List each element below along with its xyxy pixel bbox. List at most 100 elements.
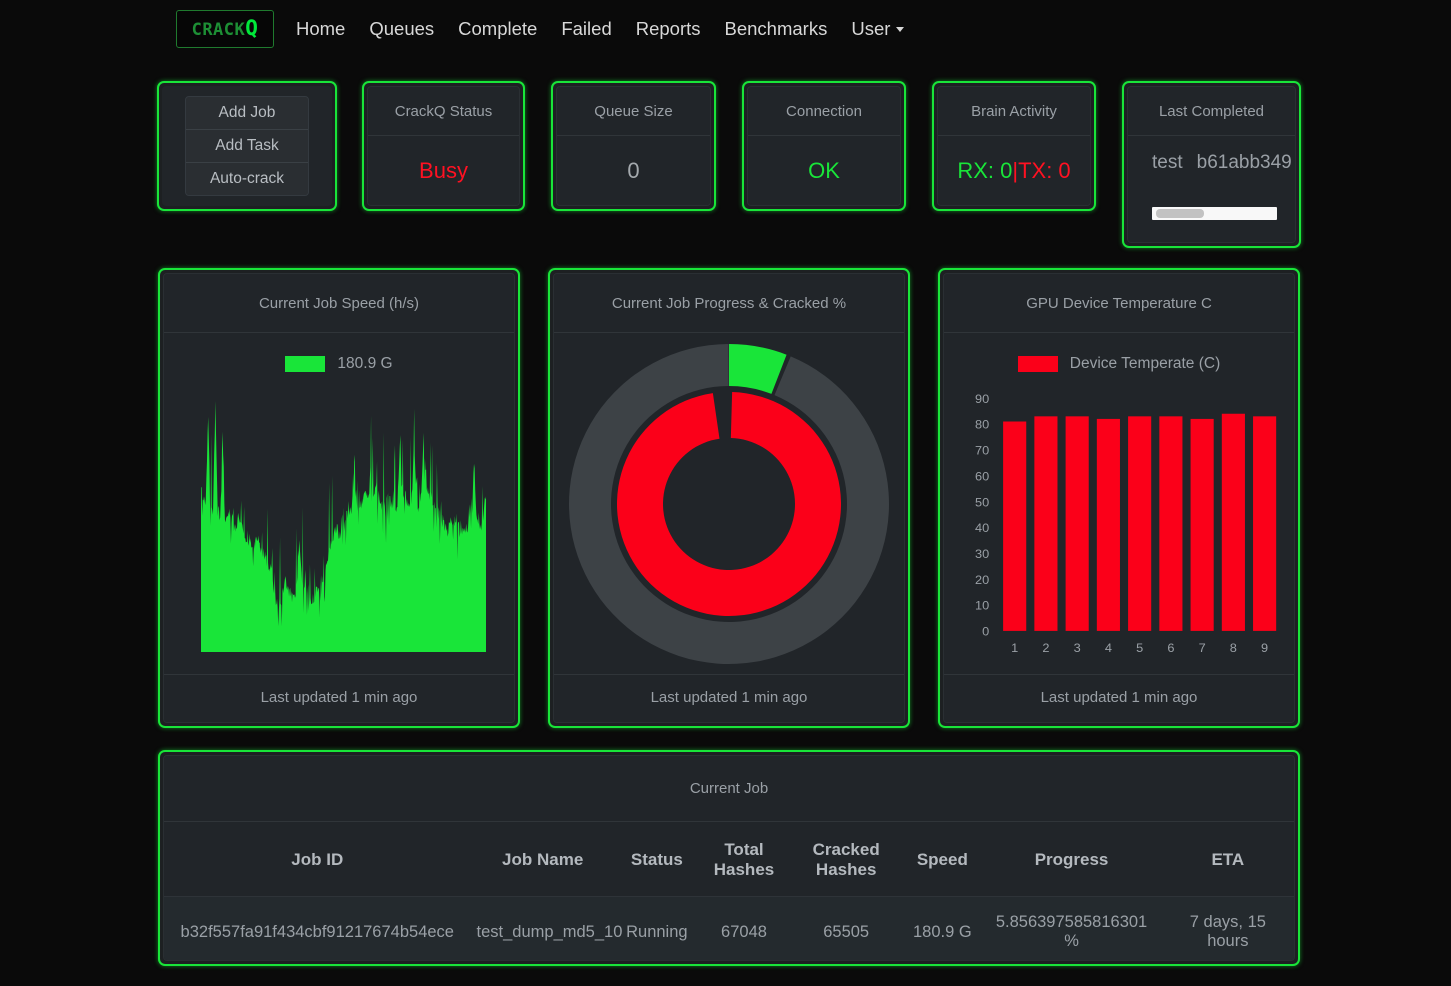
svg-text:2: 2 bbox=[1042, 642, 1049, 656]
last-completed-name: test bbox=[1152, 152, 1183, 173]
nav-links: Home Queues Complete Failed Reports Benc… bbox=[296, 18, 904, 40]
header-job-id[interactable]: Job ID bbox=[164, 822, 471, 897]
brain-activity-card: Brain Activity RX: 0|TX: 0 bbox=[932, 81, 1096, 211]
current-job-table: Job ID Job Name Status Total Hashes Crac… bbox=[164, 822, 1294, 961]
dashboard-page: CRACKQ Home Queues Complete Failed Repor… bbox=[0, 0, 1451, 986]
cell-job-id: b32f557fa91f434cbf91217674b54ece bbox=[164, 897, 471, 962]
last-completed-body: test b61abb349 bbox=[1128, 136, 1295, 242]
header-cracked-hashes[interactable]: Cracked Hashes bbox=[789, 822, 903, 897]
crackq-status-title: CrackQ Status bbox=[368, 87, 519, 136]
header-status[interactable]: Status bbox=[615, 822, 699, 897]
temp-legend-label: Device Temperate (C) bbox=[1070, 355, 1220, 373]
svg-text:4: 4 bbox=[1105, 642, 1112, 656]
auto-crack-button[interactable]: Auto-crack bbox=[186, 163, 308, 195]
add-job-button[interactable]: Add Job bbox=[186, 97, 308, 130]
connection-body: OK bbox=[748, 136, 900, 205]
crackq-status-card: CrackQ Status Busy bbox=[362, 81, 525, 211]
hscrollbar-thumb[interactable] bbox=[1156, 209, 1204, 218]
brain-tx-value: TX: 0 bbox=[1018, 158, 1071, 183]
speed-legend-swatch-icon bbox=[285, 356, 325, 372]
temp-chart-title: GPU Device Temperature C bbox=[944, 274, 1294, 333]
temp-legend-swatch-icon bbox=[1018, 356, 1058, 372]
current-job-card: Current Job Job ID Job Name Status Total… bbox=[158, 750, 1300, 966]
queue-size-body: 0 bbox=[557, 136, 710, 205]
add-task-button[interactable]: Add Task bbox=[186, 130, 308, 163]
brain-activity-title: Brain Activity bbox=[938, 87, 1090, 136]
speed-chart-title: Current Job Speed (h/s) bbox=[164, 274, 514, 333]
svg-text:50: 50 bbox=[975, 496, 989, 510]
last-completed-id: b61abb349 bbox=[1197, 152, 1292, 173]
actions-card-inner: Add Job Add Task Auto-crack bbox=[162, 86, 332, 206]
donut-chart-area bbox=[554, 333, 904, 674]
nav-link-reports[interactable]: Reports bbox=[636, 18, 701, 40]
svg-text:80: 80 bbox=[975, 418, 989, 432]
nav-link-queues[interactable]: Queues bbox=[369, 18, 434, 40]
header-job-name[interactable]: Job Name bbox=[471, 822, 615, 897]
current-job-body: Job ID Job Name Status Total Hashes Crac… bbox=[164, 822, 1294, 961]
speed-chart-area: 180.9 G bbox=[164, 333, 514, 674]
speed-chart-legend[interactable]: 180.9 G bbox=[164, 333, 514, 373]
header-progress[interactable]: Progress bbox=[981, 822, 1161, 897]
current-job-speed-card: Current Job Speed (h/s) 180.9 G Last upd… bbox=[158, 268, 520, 728]
nav-link-failed[interactable]: Failed bbox=[561, 18, 611, 40]
cell-eta: 7 days, 15 hours bbox=[1162, 897, 1294, 962]
donut-chart-title: Current Job Progress & Cracked % bbox=[554, 274, 904, 333]
queue-size-title: Queue Size bbox=[557, 87, 710, 136]
svg-text:9: 9 bbox=[1261, 642, 1268, 656]
current-job-inner: Current Job Job ID Job Name Status Total… bbox=[163, 755, 1295, 961]
cell-status: Running bbox=[615, 897, 699, 962]
cell-job-name: test_dump_md5_10 bbox=[471, 897, 615, 962]
crackq-logo[interactable]: CRACKQ bbox=[176, 10, 274, 48]
logo-prefix: CRACK bbox=[192, 20, 246, 40]
svg-text:90: 90 bbox=[975, 392, 989, 406]
job-progress-card: Current Job Progress & Cracked % Last up… bbox=[548, 268, 910, 728]
speed-legend-label: 180.9 G bbox=[337, 355, 392, 373]
crackq-status-body: Busy bbox=[368, 136, 519, 205]
speed-area-svg bbox=[201, 401, 486, 652]
speed-chart-body: 180.9 G bbox=[164, 333, 514, 674]
temp-card-inner: GPU Device Temperature C Device Temperat… bbox=[943, 273, 1295, 723]
header-eta[interactable]: ETA bbox=[1162, 822, 1294, 897]
actions-card: Add Job Add Task Auto-crack bbox=[157, 81, 337, 211]
last-completed-card: Last Completed test b61abb349 bbox=[1122, 81, 1301, 248]
connection-value: OK bbox=[808, 158, 840, 184]
nav-link-user-dropdown[interactable]: User bbox=[851, 18, 904, 40]
last-completed-hscrollbar[interactable] bbox=[1152, 207, 1277, 220]
donut-card-inner: Current Job Progress & Cracked % Last up… bbox=[553, 273, 905, 723]
svg-text:3: 3 bbox=[1074, 642, 1081, 656]
svg-text:7: 7 bbox=[1199, 642, 1206, 656]
svg-text:1: 1 bbox=[1011, 642, 1018, 656]
speed-area-plot bbox=[201, 401, 486, 652]
header-speed[interactable]: Speed bbox=[903, 822, 981, 897]
logo-suffix: Q bbox=[245, 16, 258, 40]
last-completed-title: Last Completed bbox=[1128, 87, 1295, 136]
top-navbar: CRACKQ Home Queues Complete Failed Repor… bbox=[0, 0, 1451, 57]
svg-text:10: 10 bbox=[975, 599, 989, 613]
connection-card: Connection OK bbox=[742, 81, 906, 211]
connection-title: Connection bbox=[748, 87, 900, 136]
job-table-head: Job ID Job Name Status Total Hashes Crac… bbox=[164, 822, 1294, 897]
nav-link-home[interactable]: Home bbox=[296, 18, 345, 40]
crackq-status-inner: CrackQ Status Busy bbox=[367, 86, 520, 206]
header-total-hashes[interactable]: Total Hashes bbox=[699, 822, 789, 897]
job-table-header-row: Job ID Job Name Status Total Hashes Crac… bbox=[164, 822, 1294, 897]
queue-size-inner: Queue Size 0 bbox=[556, 86, 711, 206]
temp-bar-plot: 0102030405060708090123456789 bbox=[944, 389, 1294, 666]
temp-chart-legend[interactable]: Device Temperate (C) bbox=[944, 333, 1294, 373]
nav-link-complete[interactable]: Complete bbox=[458, 18, 537, 40]
temp-chart-area: Device Temperate (C) 0102030405060708090… bbox=[944, 333, 1294, 674]
donut-plot bbox=[554, 337, 904, 670]
cell-speed: 180.9 G bbox=[903, 897, 981, 962]
nav-link-benchmarks[interactable]: Benchmarks bbox=[725, 18, 828, 40]
brain-activity-inner: Brain Activity RX: 0|TX: 0 bbox=[937, 86, 1091, 206]
gpu-temperature-card: GPU Device Temperature C Device Temperat… bbox=[938, 268, 1300, 728]
brain-rx-value: RX: 0 bbox=[957, 158, 1012, 183]
temp-chart-body: Device Temperate (C) 0102030405060708090… bbox=[944, 333, 1294, 674]
brain-activity-body: RX: 0|TX: 0 bbox=[938, 136, 1090, 205]
svg-text:20: 20 bbox=[975, 573, 989, 587]
donut-chart-body bbox=[554, 333, 904, 674]
table-row[interactable]: b32f557fa91f434cbf91217674b54ece test_du… bbox=[164, 897, 1294, 962]
donut-svg bbox=[564, 339, 894, 669]
svg-text:60: 60 bbox=[975, 470, 989, 484]
brain-activity-value: RX: 0|TX: 0 bbox=[957, 158, 1070, 184]
